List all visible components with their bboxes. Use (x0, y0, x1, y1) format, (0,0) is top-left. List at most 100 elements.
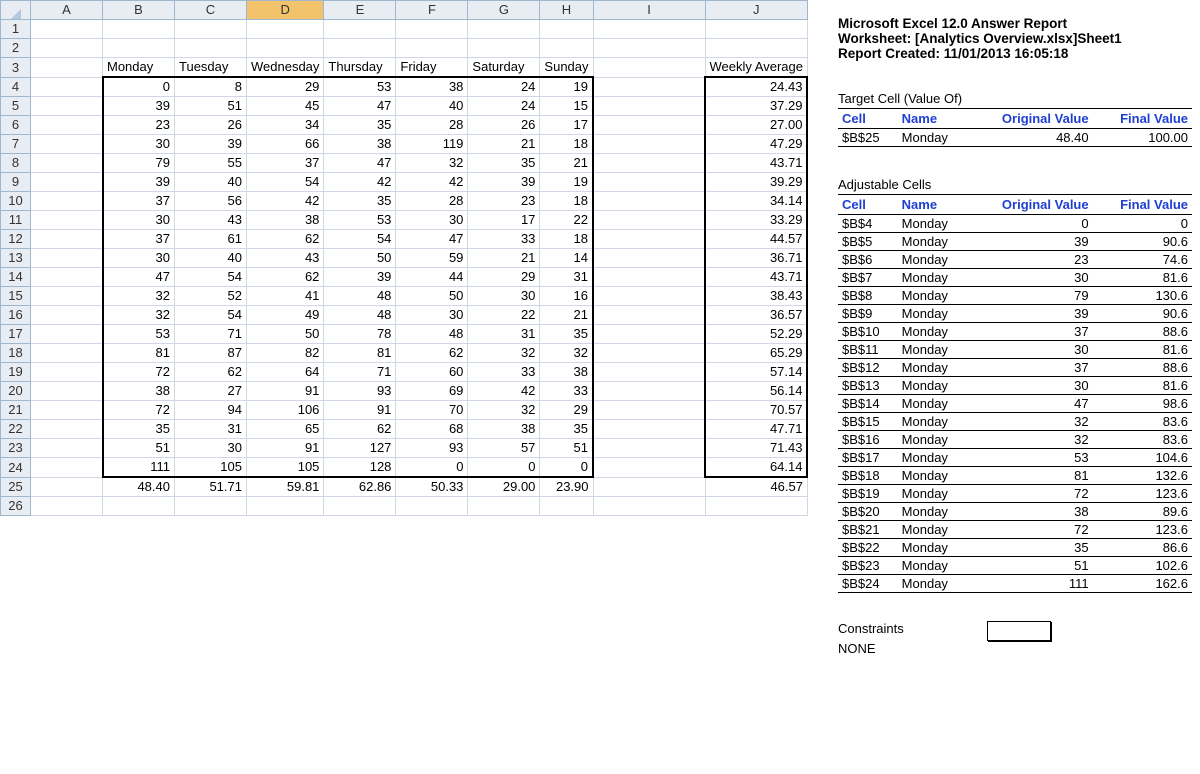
cell-F5[interactable]: 40 (396, 97, 468, 116)
cell-C21[interactable]: 94 (175, 401, 247, 420)
cell-A23[interactable] (31, 439, 103, 458)
cell-G8[interactable]: 35 (468, 154, 540, 173)
row-header-21[interactable]: 21 (1, 401, 31, 420)
row-header-24[interactable]: 24 (1, 458, 31, 478)
cell-E22[interactable]: 62 (324, 420, 396, 439)
cell-B25[interactable]: 48.40 (103, 477, 175, 497)
cell-C22[interactable]: 31 (175, 420, 247, 439)
cell-F8[interactable]: 32 (396, 154, 468, 173)
row-header-1[interactable]: 1 (1, 20, 31, 39)
cell-B26[interactable] (103, 497, 175, 516)
cell-A5[interactable] (31, 97, 103, 116)
cell-H22[interactable]: 35 (540, 420, 593, 439)
cell-H24[interactable]: 0 (540, 458, 593, 478)
cell-A8[interactable] (31, 154, 103, 173)
cell-G10[interactable]: 23 (468, 192, 540, 211)
cell-H8[interactable]: 21 (540, 154, 593, 173)
cell-D13[interactable]: 43 (247, 249, 324, 268)
cell-A10[interactable] (31, 192, 103, 211)
cell-I26[interactable] (593, 497, 705, 516)
cell-D9[interactable]: 54 (247, 173, 324, 192)
cell-C1[interactable] (175, 20, 247, 39)
cell-B6[interactable]: 23 (103, 116, 175, 135)
cell-E26[interactable] (324, 497, 396, 516)
spreadsheet-grid[interactable]: ABCDEFGHIJ 123MondayTuesdayWednesdayThur… (0, 0, 808, 516)
cell-J26[interactable] (705, 497, 807, 516)
cell-D16[interactable]: 49 (247, 306, 324, 325)
cell-H4[interactable]: 19 (540, 77, 593, 97)
cell-B15[interactable]: 32 (103, 287, 175, 306)
cell-I7[interactable] (593, 135, 705, 154)
cell-G15[interactable]: 30 (468, 287, 540, 306)
cell-B20[interactable]: 38 (103, 382, 175, 401)
cell-E8[interactable]: 47 (324, 154, 396, 173)
cell-D14[interactable]: 62 (247, 268, 324, 287)
cell-C6[interactable]: 26 (175, 116, 247, 135)
cell-C11[interactable]: 43 (175, 211, 247, 230)
row-header-25[interactable]: 25 (1, 477, 31, 497)
cell-H13[interactable]: 14 (540, 249, 593, 268)
cell-J22[interactable]: 47.71 (705, 420, 807, 439)
cell-H14[interactable]: 31 (540, 268, 593, 287)
cell-G19[interactable]: 33 (468, 363, 540, 382)
col-header-D[interactable]: D (247, 1, 324, 20)
cell-G11[interactable]: 17 (468, 211, 540, 230)
cell-J23[interactable]: 71.43 (705, 439, 807, 458)
cell-C18[interactable]: 87 (175, 344, 247, 363)
cell-F19[interactable]: 60 (396, 363, 468, 382)
cell-A21[interactable] (31, 401, 103, 420)
cell-E2[interactable] (324, 39, 396, 58)
cell-F1[interactable] (396, 20, 468, 39)
cell-A25[interactable] (31, 477, 103, 497)
cell-F4[interactable]: 38 (396, 77, 468, 97)
cell-F13[interactable]: 59 (396, 249, 468, 268)
cell-F10[interactable]: 28 (396, 192, 468, 211)
col-header-B[interactable]: B (103, 1, 175, 20)
cell-F9[interactable]: 42 (396, 173, 468, 192)
cell-E20[interactable]: 93 (324, 382, 396, 401)
cell-I14[interactable] (593, 268, 705, 287)
cell-E15[interactable]: 48 (324, 287, 396, 306)
cell-C19[interactable]: 62 (175, 363, 247, 382)
cell-A26[interactable] (31, 497, 103, 516)
cell-J9[interactable]: 39.29 (705, 173, 807, 192)
cell-I12[interactable] (593, 230, 705, 249)
cell-D8[interactable]: 37 (247, 154, 324, 173)
cell-I11[interactable] (593, 211, 705, 230)
row-header-12[interactable]: 12 (1, 230, 31, 249)
cell-C7[interactable]: 39 (175, 135, 247, 154)
cell-G23[interactable]: 57 (468, 439, 540, 458)
cell-C14[interactable]: 54 (175, 268, 247, 287)
cell-E14[interactable]: 39 (324, 268, 396, 287)
cell-D18[interactable]: 82 (247, 344, 324, 363)
cell-H25[interactable]: 23.90 (540, 477, 593, 497)
cell-D5[interactable]: 45 (247, 97, 324, 116)
cell-C12[interactable]: 61 (175, 230, 247, 249)
cell-C23[interactable]: 30 (175, 439, 247, 458)
cell-I8[interactable] (593, 154, 705, 173)
row-header-2[interactable]: 2 (1, 39, 31, 58)
cell-C24[interactable]: 105 (175, 458, 247, 478)
cell-B23[interactable]: 51 (103, 439, 175, 458)
cell-F12[interactable]: 47 (396, 230, 468, 249)
cell-J24[interactable]: 64.14 (705, 458, 807, 478)
cell-G9[interactable]: 39 (468, 173, 540, 192)
cell-E24[interactable]: 128 (324, 458, 396, 478)
col-header-E[interactable]: E (324, 1, 396, 20)
cell-H7[interactable]: 18 (540, 135, 593, 154)
cell-E11[interactable]: 53 (324, 211, 396, 230)
cell-E25[interactable]: 62.86 (324, 477, 396, 497)
cell-B14[interactable]: 47 (103, 268, 175, 287)
row-header-11[interactable]: 11 (1, 211, 31, 230)
cell-A4[interactable] (31, 77, 103, 97)
cell-I1[interactable] (593, 20, 705, 39)
cell-A2[interactable] (31, 39, 103, 58)
cell-E5[interactable]: 47 (324, 97, 396, 116)
cell-I3[interactable] (593, 58, 705, 78)
cell-J16[interactable]: 36.57 (705, 306, 807, 325)
cell-C26[interactable] (175, 497, 247, 516)
cell-I23[interactable] (593, 439, 705, 458)
cell-H6[interactable]: 17 (540, 116, 593, 135)
cell-G24[interactable]: 0 (468, 458, 540, 478)
cell-A7[interactable] (31, 135, 103, 154)
